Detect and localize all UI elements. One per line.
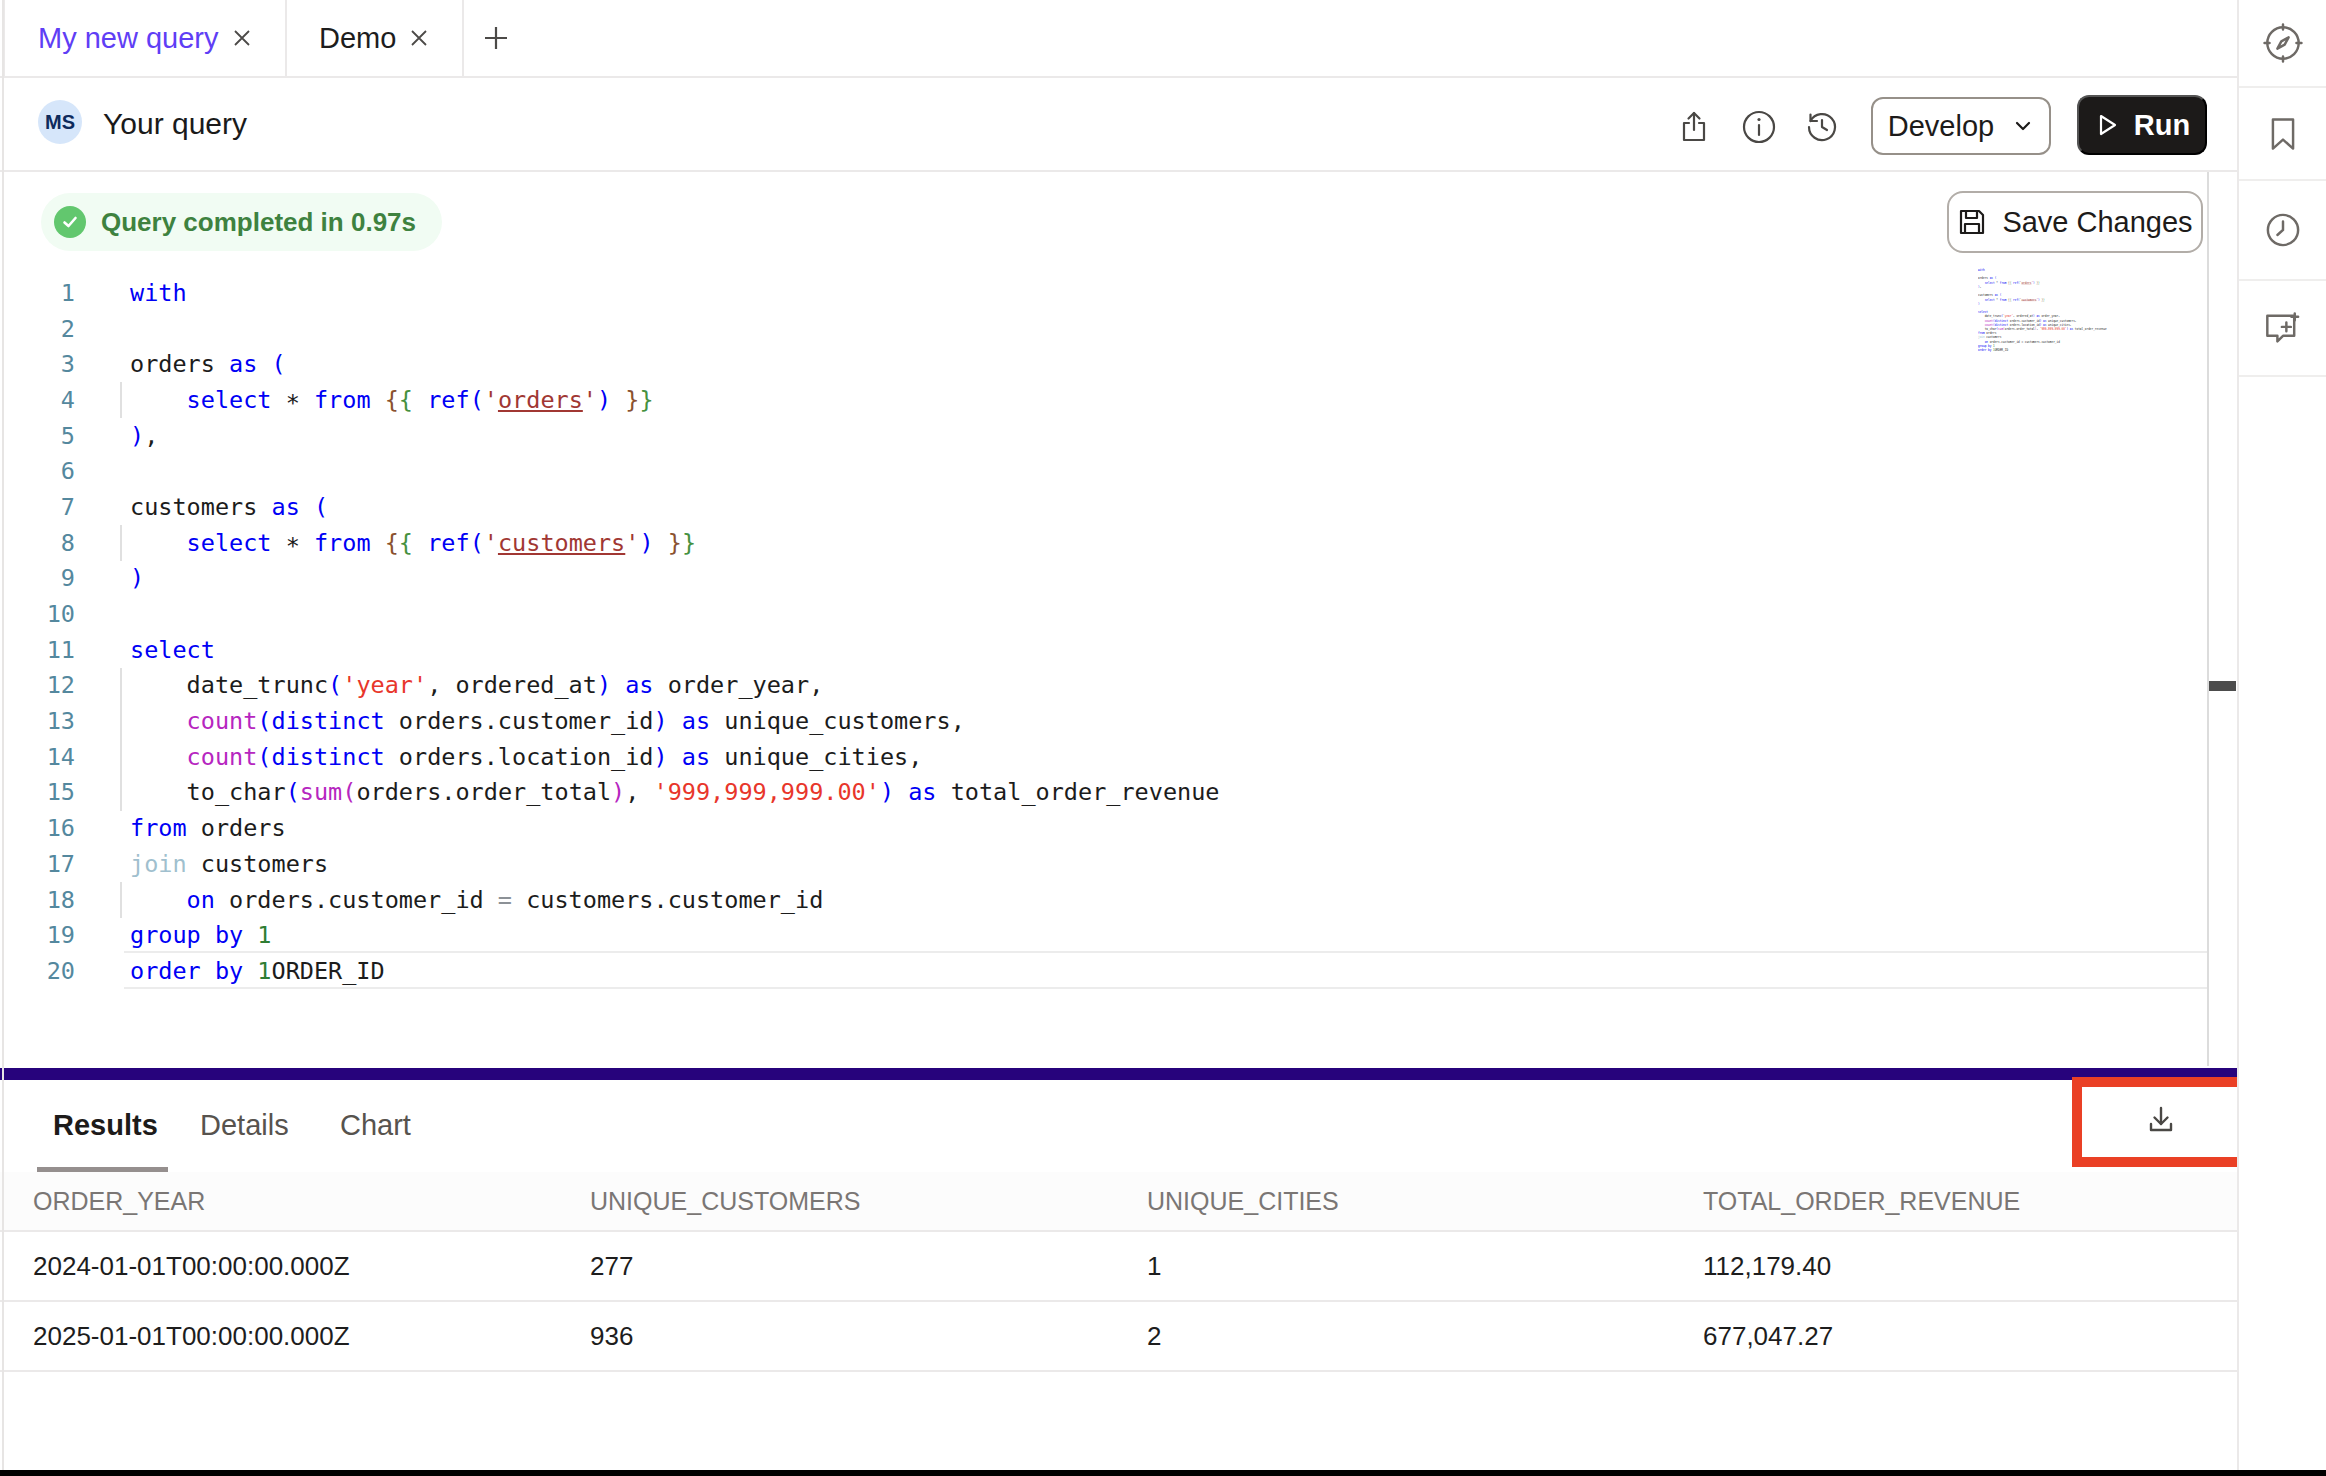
cell: 277 [590,1232,633,1300]
query-status-text: Query completed in 0.97s [101,207,416,238]
tab-chart[interactable]: Chart [340,1083,411,1167]
table-row-2[interactable]: 2025-01-01T00:00:00.000Z 936 2 677,047.27 [0,1302,2237,1372]
pane-splitter[interactable] [0,1068,2237,1080]
column-header-unique_cities: UNIQUE_CITIES [1147,1172,1339,1230]
tab-results[interactable]: Results [53,1083,158,1167]
column-header-total_order_revenue: TOTAL_ORDER_REVENUE [1703,1172,2020,1230]
code-line-1: 1with [0,275,1219,311]
tab-demo-close-icon[interactable] [408,27,430,49]
tab-my-new-query-label: My new query [38,22,219,55]
tab-details[interactable]: Details [200,1083,289,1167]
query-title: Your query [103,78,247,170]
share-icon[interactable] [1677,110,1711,144]
code-line-10: 10 [0,596,1219,632]
run-button-label: Run [2134,109,2190,142]
tab-my-new-query-close-icon[interactable] [231,27,253,49]
play-icon [2094,112,2120,138]
code-line-12: 12 date_trunc('year', ordered_at) as ord… [0,668,1219,704]
sidebar-item-explore[interactable] [2239,0,2326,88]
history-icon[interactable] [1804,109,1840,145]
annotation-highlight-box [2072,1077,2250,1167]
bookmark-icon [2263,114,2301,152]
code-line-20: order by 1ORDER_ID [1978,348,2138,352]
editor-scrollbar-thumb[interactable] [2209,681,2236,691]
avatar: MS [38,100,82,144]
code-line-5: 5), [0,418,1219,454]
cell: 1 [1147,1232,1161,1300]
sidebar-item-bookmarks[interactable] [2239,88,2326,181]
cell: 936 [590,1302,633,1370]
left-window-edge [2,0,4,1470]
download-icon [2143,1102,2179,1138]
tab-demo-label: Demo [319,22,396,55]
column-header-unique_customers: UNIQUE_CUSTOMERS [590,1172,860,1230]
save-icon [1957,207,1987,237]
chevron-down-icon [2012,115,2034,137]
cell: 2025-01-01T00:00:00.000Z [33,1302,350,1370]
cell: 677,047.27 [1703,1302,1833,1370]
code-line-20: 20order by 1ORDER_ID [0,953,1219,989]
code-line-6: 6 [0,453,1219,489]
cell: 112,179.40 [1703,1232,1831,1300]
right-sidebar [2237,0,2326,1476]
results-table-header: ORDER_YEAR UNIQUE_CUSTOMERS UNIQUE_CITIES T… [0,1172,2237,1232]
editor-tab-bar: My new query Demo [0,0,2237,78]
query-header: MS Your query Develop Run [0,78,2237,172]
code-line-11: 11select [0,632,1219,668]
code-line-14: 14 count(distinct orders.location_id) as… [0,739,1219,775]
save-changes-button[interactable]: Save Changes [1947,191,2203,253]
tab-my-new-query[interactable]: My new query [3,0,287,76]
table-row-1[interactable]: 2024-01-01T00:00:00.000Z 277 1 112,179.40 [0,1232,2237,1302]
code-line-9: 9) [0,561,1219,597]
code-line-19: 19group by 1 [0,917,1219,953]
code-area[interactable]: 1with23orders as (4 select * from {{ ref… [0,275,1219,989]
chat-sparkle-icon [2261,307,2304,350]
query-status-pill: Query completed in 0.97s [41,193,442,251]
new-tab-plus-icon[interactable] [482,24,510,52]
code-line-16: 16from orders [0,810,1219,846]
code-line-17: 17join customers [0,846,1219,882]
code-line-8: 8 select * from {{ ref('customers') }} [0,525,1219,561]
code-line-7: 7customers as ( [0,489,1219,525]
code-line-15: 15 to_char(sum(orders.order_total), '999… [0,775,1219,811]
cell: 2024-01-01T00:00:00.000Z [33,1232,350,1300]
info-icon[interactable] [1741,109,1777,145]
compass-icon [2261,22,2304,65]
download-button[interactable] [2143,1102,2179,1142]
sidebar-item-ai-chat[interactable] [2239,281,2326,377]
check-circle-icon [54,206,86,238]
code-line-18: 18 on orders.customer_id = customers.cus… [0,882,1219,918]
code-minimap[interactable]: withorders as ( select * from {{ ref('or… [1978,268,2138,358]
code-line-13: 13 count(distinct orders.customer_id) as… [0,703,1219,739]
cell: 2 [1147,1302,1161,1370]
develop-button[interactable]: Develop [1871,97,2051,155]
develop-button-label: Develop [1888,110,1994,143]
save-changes-label: Save Changes [2002,206,2192,239]
app-window: My new query Demo MS Your query [0,0,2326,1476]
column-header-order_year: ORDER_YEAR [33,1172,205,1230]
code-line-2: 2 [0,311,1219,347]
code-line-4: 4 select * from {{ ref('orders') }} [0,382,1219,418]
run-button[interactable]: Run [2077,95,2207,155]
tab-demo[interactable]: Demo [287,0,464,76]
code-line-3: 3orders as ( [0,346,1219,382]
sidebar-item-history[interactable] [2239,181,2326,281]
bottom-window-edge [0,1470,2326,1476]
results-tab-bar: Results Details Chart [0,1083,2237,1172]
sql-editor[interactable]: Query completed in 0.97s Save Changes 1w… [0,172,2237,1066]
clock-icon [2263,211,2301,249]
editor-scrollbar-track [2207,172,2209,1066]
